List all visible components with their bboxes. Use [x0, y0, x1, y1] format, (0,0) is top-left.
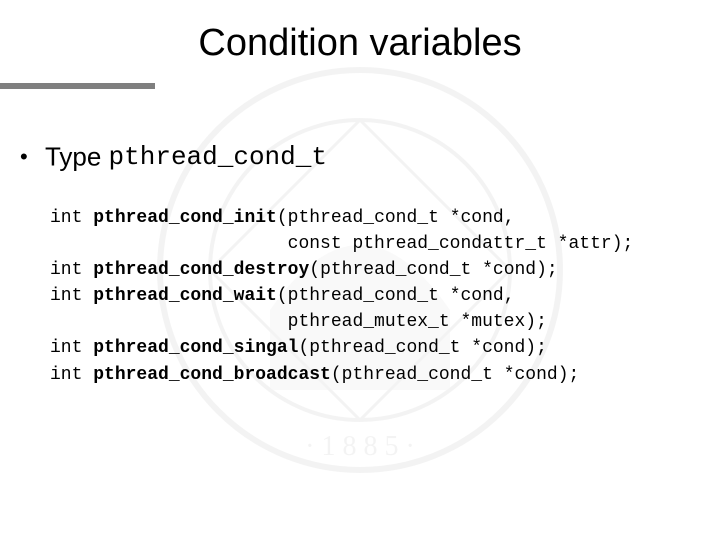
- code-line-1: int pthread_cond_init(pthread_cond_t *co…: [50, 208, 515, 228]
- code-line-5: pthread_mutex_t *mutex);: [50, 312, 547, 332]
- code-line-3: int pthread_cond_destroy(pthread_cond_t …: [50, 260, 558, 280]
- slide-title: Condition variables: [0, 22, 720, 65]
- code-block: int pthread_cond_init(pthread_cond_t *co…: [50, 205, 633, 388]
- bullet-typename: pthread_cond_t: [109, 142, 327, 172]
- code-line-2: const pthread_condattr_t *attr);: [50, 234, 633, 254]
- title-underline: [0, 83, 155, 89]
- code-line-4: int pthread_cond_wait(pthread_cond_t *co…: [50, 286, 515, 306]
- svg-text:· 1 8 8 5 ·: · 1 8 8 5 ·: [305, 431, 415, 462]
- code-line-6: int pthread_cond_singal(pthread_cond_t *…: [50, 338, 547, 358]
- code-line-7: int pthread_cond_broadcast(pthread_cond_…: [50, 365, 579, 385]
- bullet-type-line: • Type pthread_cond_t: [20, 140, 327, 173]
- bullet-dot-icon: •: [20, 146, 28, 168]
- bullet-label: Type: [45, 142, 109, 172]
